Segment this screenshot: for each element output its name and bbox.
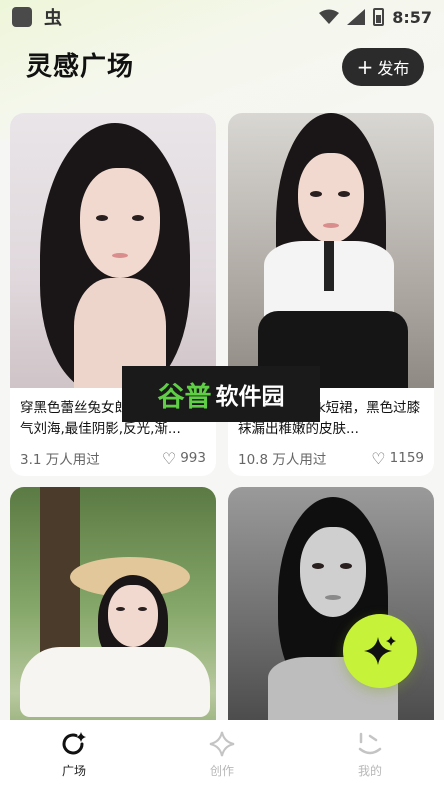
card-image xyxy=(228,113,434,388)
heart-icon: ♡ xyxy=(161,448,177,468)
like-count: 993 xyxy=(180,450,206,466)
watermark-white-text: 软件园 xyxy=(215,384,285,410)
watermark-logo: 谷普 软件园 xyxy=(122,366,320,422)
nav-tab-mine[interactable]: 我的 xyxy=(296,720,444,789)
watermark-green-text: 谷普 xyxy=(157,381,212,413)
heart-icon: ♡ xyxy=(371,448,386,468)
nav-label: 广场 xyxy=(61,764,86,778)
plaza-icon xyxy=(62,732,86,755)
like-button[interactable]: ♡ 993 xyxy=(162,449,206,468)
nav-tab-plaza[interactable]: 广场 xyxy=(0,720,148,789)
like-count: 1159 xyxy=(389,450,424,466)
like-button[interactable]: ♡ 1159 xyxy=(371,449,424,468)
nav-label: 我的 xyxy=(357,764,382,778)
usage-count: 10.8 万人用过 xyxy=(238,452,327,468)
bottom-navigation: 广场 创作 我的 xyxy=(0,720,444,789)
usage-count: 3.1 万人用过 xyxy=(20,452,100,468)
card-image xyxy=(10,113,216,388)
nav-label: 创作 xyxy=(209,764,234,778)
nav-tab-create[interactable]: 创作 xyxy=(148,720,296,789)
face-icon xyxy=(358,732,382,755)
sparkle-icon xyxy=(364,636,396,665)
create-fab-button[interactable] xyxy=(343,614,417,688)
sparkle-icon xyxy=(209,731,235,757)
